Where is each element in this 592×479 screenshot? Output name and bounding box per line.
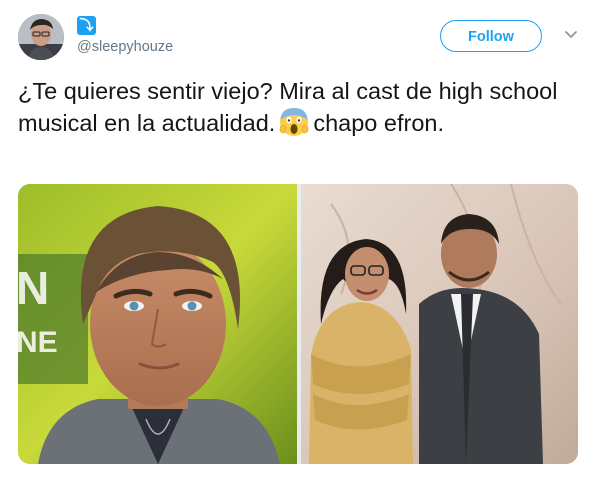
svg-text:N: N [18, 262, 49, 314]
username-badge-icon[interactable]: ⤵ [77, 16, 96, 35]
tweet-header: ⤵ @sleepyhouze Follow [18, 14, 578, 64]
face-screaming-in-fear-icon [280, 108, 309, 136]
tweet-text: ¿Te quieres sentir viejo? Mira al cast d… [18, 76, 578, 139]
chevron-down-icon[interactable] [564, 28, 578, 42]
photo-young-man[interactable]: N NE [18, 184, 297, 464]
follow-button[interactable]: Follow [440, 20, 542, 52]
svg-text:NE: NE [18, 326, 58, 359]
tweet-media[interactable]: N NE [18, 184, 578, 464]
avatar[interactable] [18, 14, 64, 60]
user-handle[interactable]: @sleepyhouze [77, 39, 173, 55]
photo-couple[interactable] [301, 184, 578, 464]
user-info: ⤵ @sleepyhouze [77, 16, 173, 55]
tweet-text-part-2: chapo efron. [313, 110, 444, 136]
